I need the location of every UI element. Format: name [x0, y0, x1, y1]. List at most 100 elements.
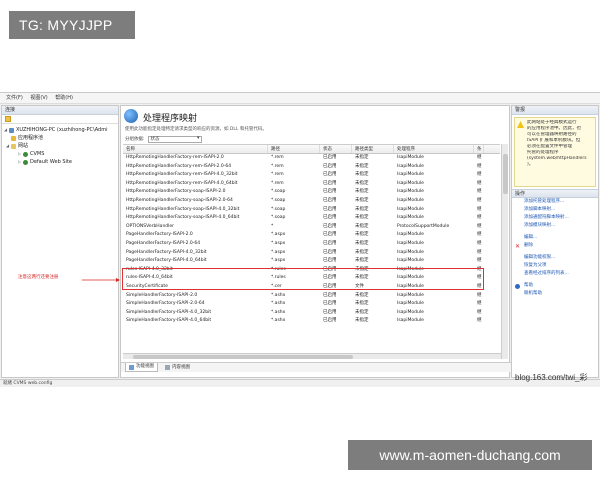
cell-path: *.soap — [271, 197, 286, 203]
cell-path: *.aspx — [271, 258, 286, 264]
action-link[interactable]: 添加脚本映射... — [512, 206, 598, 214]
column-header-name[interactable]: 名称 — [123, 145, 268, 153]
tree-item-label: CVMS — [30, 151, 45, 157]
table-row[interactable]: SimpleHandlerFactory-ISAPI-2.0 *.ashx 已启用 未… — [123, 292, 500, 301]
handler-mappings-panel: 处理程序映射 使用此功能指定处理特定请求类型的响应的资源，如 DLL 和托管代码… — [120, 105, 511, 378]
cell-entry: 继 — [477, 283, 482, 289]
action-link[interactable]: 编辑... — [512, 234, 598, 242]
tab-label: 功能视图 — [136, 364, 154, 369]
table-row[interactable]: PageHandlerFactory-ISAPI-4.0_64bit *.aspx… — [123, 257, 500, 266]
cell-handler: IsapiModule — [397, 249, 424, 255]
action-link[interactable]: 帮助 — [512, 282, 598, 290]
action-label: 删除 — [524, 243, 533, 248]
cell-path-type: 未指定 — [355, 309, 369, 315]
cell-handler: IsapiModule — [397, 309, 424, 315]
cell-entry: 继 — [477, 309, 482, 315]
tree-item-default-web-site[interactable]: ▷ Default Web Site — [4, 158, 118, 166]
column-header-entry[interactable]: 条 — [474, 145, 484, 153]
cell-state: 已启用 — [323, 258, 337, 264]
cell-handler: IsapiModule — [397, 318, 424, 324]
action-link[interactable]: ✕ 删除 — [512, 242, 598, 250]
cell-state: 已启用 — [323, 283, 337, 289]
cell-entry: 继 — [477, 223, 482, 229]
action-link[interactable]: 添加托管处理程序... — [512, 198, 598, 206]
table-row[interactable]: HttpRemotingHandlerFactory-soap-ISAPI-2.… — [123, 197, 500, 206]
cell-entry: 继 — [477, 240, 482, 246]
cell-entry: 继 — [477, 197, 482, 203]
table-row[interactable]: SimpleHandlerFactory-ISAPI-4.0_64bit *.as… — [123, 317, 500, 326]
cell-path-type: 未指定 — [355, 223, 369, 229]
action-link[interactable]: 添加通配符脚本映射... — [512, 214, 598, 222]
table-row[interactable]: HttpRemotingHandlerFactory-rem-ISAPI-4.0… — [123, 180, 500, 189]
action-label: 恢复为父项 — [524, 263, 547, 268]
menu-help[interactable]: 帮助(H) — [55, 93, 73, 104]
features-view-icon — [129, 364, 134, 370]
table-row[interactable]: SimpleHandlerFactory-ISAPI-4.0_32bit *.as… — [123, 309, 500, 318]
menu-file[interactable]: 文件(F) — [6, 93, 23, 104]
cell-handler: IsapiModule — [397, 258, 424, 264]
tree-item-cvms[interactable]: ▷ CVMS — [4, 150, 118, 158]
cell-path-type: 未指定 — [355, 258, 369, 264]
action-link[interactable]: 联机帮助 — [512, 290, 598, 298]
cell-name: OPTIONSVerbHandler — [126, 223, 175, 229]
table-row[interactable]: HttpRemotingHandlerFactory-rem-ISAPI-2.0… — [123, 154, 500, 163]
actions-header: 操作 — [512, 189, 598, 198]
column-header-path-type[interactable]: 路径类型 — [352, 145, 394, 153]
annotation-text: 注意这两行还要注册 — [18, 275, 59, 280]
connect-icon[interactable] — [5, 116, 11, 122]
alerts-header: 警报 — [512, 106, 598, 115]
page-description: 使用此功能指定处理特定请求类型的响应的资源，如 DLL 和托管代码。 — [125, 127, 267, 132]
action-link[interactable]: 编辑功能权限... — [512, 254, 598, 262]
cell-path: *.aspx — [271, 240, 286, 246]
tree-item-sites[interactable]: ◢ 网站 — [4, 142, 118, 150]
table-row[interactable]: PageHandlerFactory-ISAPI-2.0-64 *.aspx 已启用… — [123, 240, 500, 249]
tab-content-view[interactable]: 内容视图 — [162, 363, 193, 372]
blog-watermark: blog.163.com/twi_彩 — [515, 373, 588, 382]
group-by-select[interactable]: 状态 — [147, 135, 202, 143]
action-label: 编辑... — [524, 235, 538, 240]
action-label: 帮助 — [524, 283, 533, 288]
cell-name: HttpRemotingHandlerFactory-rem-ISAPI-2.0 — [126, 155, 224, 160]
tab-features-view[interactable]: 功能视图 — [125, 363, 158, 372]
scroll-thumb[interactable] — [133, 355, 353, 359]
table-row[interactable]: HttpRemotingHandlerFactory-soap-ISAPI-4.… — [123, 214, 500, 223]
menu-view[interactable]: 视图(V) — [30, 93, 47, 104]
action-link[interactable]: 查看经过排序的列表... — [512, 270, 598, 278]
cell-entry: 继 — [477, 318, 482, 324]
cell-path: *.rules — [271, 266, 286, 272]
cell-state: 已启用 — [323, 266, 337, 272]
cell-state: 已启用 — [323, 163, 337, 169]
table-row[interactable]: rules-ISAPI-4.0_32bit *.rules 已启用 未指定 IsapiM… — [123, 266, 500, 275]
table-row[interactable]: HttpRemotingHandlerFactory-soap-ISAPI-2.… — [123, 188, 500, 197]
action-link[interactable]: 添加模块映射... — [512, 222, 598, 230]
action-link[interactable]: 恢复为父项 — [512, 262, 598, 270]
cell-path: *.ashx — [271, 292, 286, 298]
tree-item-server[interactable]: ◢ XUZHIHONG-PC (xuzhihong-PC\Admi — [4, 126, 118, 134]
cell-path: *.rem — [271, 163, 284, 169]
cell-path: *.rem — [271, 155, 284, 160]
cell-name: HttpRemotingHandlerFactory-rem-ISAPI-4.0… — [126, 180, 238, 186]
table-row[interactable]: HttpRemotingHandlerFactory-rem-ISAPI-2.0… — [123, 163, 500, 172]
table-row[interactable]: SimpleHandlerFactory-ISAPI-2.0-64 *.ashx 已… — [123, 300, 500, 309]
cell-name: SecurityCertificate — [126, 283, 168, 289]
actions-pane: 警报 此网站处于经典模式运行 的应用程序池中。因此，也 可以在管理器映射路径的 ISA… — [511, 105, 599, 378]
table-row[interactable]: PageHandlerFactory-ISAPI-2.0 *.aspx 已启用 未指定… — [123, 231, 500, 240]
table-row[interactable]: OPTIONSVerbHandler * 已启用 未指定 ProtocolSupport… — [123, 223, 500, 232]
url-banner: www.m-aomen-duchang.com — [348, 440, 592, 470]
column-header-state[interactable]: 状态 — [320, 145, 352, 153]
telegram-banner: TG: MYYJJPP — [9, 11, 135, 39]
table-row[interactable]: rules-ISAPI-4.0_64bit *.rules 已启用 未指定 IsapiM… — [123, 274, 500, 283]
cell-handler: IsapiModule — [397, 172, 424, 178]
table-row[interactable]: HttpRemotingHandlerFactory-rem-ISAPI-4.0… — [123, 171, 500, 180]
column-header-path[interactable]: 路径 — [268, 145, 320, 153]
table-row[interactable]: HttpRemotingHandlerFactory-soap-ISAPI-4.… — [123, 206, 500, 215]
table-row[interactable]: PageHandlerFactory-ISAPI-4.0_32bit *.aspx… — [123, 249, 500, 258]
vertical-scrollbar[interactable] — [501, 144, 508, 359]
horizontal-scrollbar[interactable] — [123, 353, 501, 359]
tree-item-app-pools[interactable]: 应用程序池 — [4, 134, 118, 142]
cell-path-type: 文件 — [355, 283, 364, 289]
table-row[interactable]: SecurityCertificate *.cer 已启用 文件 IsapiModule… — [123, 283, 500, 292]
scroll-thumb[interactable] — [503, 154, 508, 194]
action-label: 添加通配符脚本映射... — [524, 215, 569, 220]
column-header-handler[interactable]: 处理程序 — [394, 145, 474, 153]
